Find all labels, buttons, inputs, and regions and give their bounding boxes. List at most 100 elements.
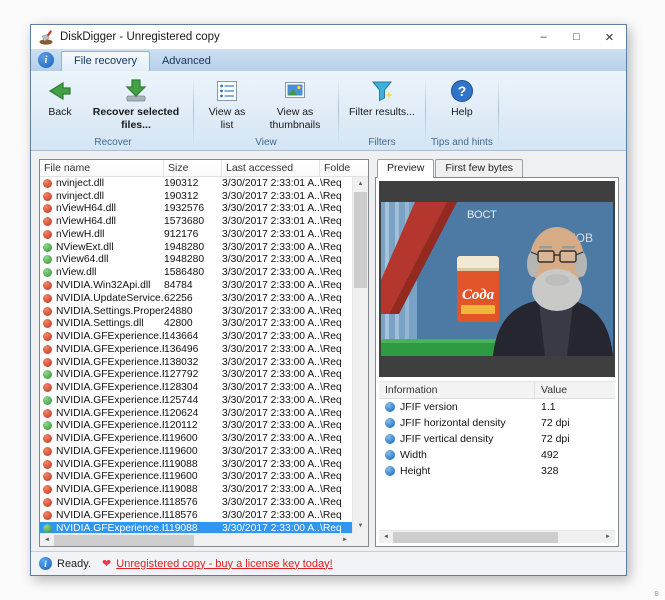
scroll-left-icon[interactable]: ◄ <box>40 537 54 543</box>
scroll-down-icon[interactable]: ▼ <box>353 519 368 533</box>
file-name-cell: NVIDIA.GFExperience.Re... <box>56 458 164 470</box>
property-value: 492 <box>541 449 559 461</box>
file-folder-cell: \Req <box>320 433 342 445</box>
table-row[interactable]: NVIDIA.Settings.dll 42800 3/30/2017 2:33:0… <box>40 317 352 330</box>
column-header-last-accessed[interactable]: Last accessed <box>222 160 320 176</box>
scroll-left-icon[interactable]: ◄ <box>379 534 393 540</box>
view-as-thumbnails-button[interactable]: View as thumbnails <box>257 74 333 133</box>
table-row[interactable]: NVIDIA.GFExperience.Re...143664 3/30/2017… <box>40 330 352 343</box>
scrollbar-corner <box>352 533 368 546</box>
file-list-rows: nvinject.dll 190312 3/30/2017 2:33:01 A...… <box>40 177 352 533</box>
table-row[interactable]: nView.dll 1586480 3/30/2017 2:33:00 A... \R… <box>40 266 352 279</box>
back-button-label: Back <box>48 106 72 118</box>
table-row[interactable]: NVIDIA.GFExperience.Re...119600 3/30/2017… <box>40 432 352 445</box>
file-accessed-cell: 3/30/2017 2:33:00 A... <box>222 343 320 355</box>
recover-icon <box>123 78 149 104</box>
file-size-cell: 1573680 <box>164 216 205 228</box>
table-row[interactable]: NVIDIA.GFExperience.Re...119600 3/30/2017… <box>40 445 352 458</box>
minimize-button[interactable]: – <box>527 25 560 49</box>
file-type-icon <box>43 229 52 239</box>
view-as-list-button[interactable]: View as list <box>199 74 255 133</box>
scroll-right-icon[interactable]: ► <box>601 534 615 540</box>
file-folder-cell: \Req <box>320 445 342 457</box>
tab-preview[interactable]: Preview <box>377 159 435 178</box>
info-scroll-thumb[interactable] <box>393 531 559 543</box>
file-accessed-cell: 3/30/2017 2:33:00 A... <box>222 522 320 533</box>
property-icon <box>385 434 395 444</box>
table-row[interactable]: NVIDIA.GFExperience.Re...136496 3/30/2017… <box>40 343 352 356</box>
file-size-cell: 1586480 <box>164 267 205 279</box>
file-type-icon <box>43 268 52 278</box>
table-row[interactable]: NVIDIA.GFExperience.Re...138032 3/30/2017… <box>40 356 352 369</box>
table-row[interactable]: NVIDIA.GFExperience.Re...128304 3/30/2017… <box>40 381 352 394</box>
tab-first-few-bytes[interactable]: First few bytes <box>435 159 524 177</box>
table-row[interactable]: nView64.dll 1948280 3/30/2017 2:33:00 A...… <box>40 254 352 267</box>
table-row[interactable]: NVIDIA.GFExperience.Re...118576 3/30/2017… <box>40 496 352 509</box>
table-row[interactable]: NVIDIA.GFExperience.Re...118576 3/30/2017… <box>40 509 352 522</box>
column-header-size[interactable]: Size <box>164 160 222 176</box>
table-row[interactable]: NVIDIA.GFExperience.Re...127792 3/30/2017… <box>40 368 352 381</box>
column-header-value[interactable]: Value <box>535 382 615 398</box>
tab-file-recovery[interactable]: File recovery <box>61 51 150 71</box>
file-size-cell: 128304 <box>164 382 199 394</box>
file-list-vertical-scrollbar[interactable]: ▲ ▼ <box>352 177 368 533</box>
table-row[interactable]: NVIDIA.UpdateService.dll 62256 3/30/2017 2… <box>40 292 352 305</box>
vertical-scroll-thumb[interactable] <box>354 192 367 288</box>
filter-results-button[interactable]: Filter results... <box>344 74 420 121</box>
file-accessed-cell: 3/30/2017 2:33:01 A... <box>222 177 320 189</box>
back-button[interactable]: Back <box>38 74 82 121</box>
close-button[interactable]: ✕ <box>593 25 626 49</box>
titlebar[interactable]: DiskDigger - Unregistered copy – □ ✕ <box>31 25 626 49</box>
soda-box-label: Сода <box>462 287 495 303</box>
group-label-view: View <box>255 137 277 148</box>
table-row[interactable]: NVIDIA.GFExperience.Re...119088 3/30/2017… <box>40 483 352 496</box>
file-type-icon <box>43 370 52 380</box>
file-list-horizontal-scrollbar[interactable]: ◄ ► <box>40 533 352 546</box>
table-row[interactable]: NVIDIA.Win32Api.dll 84784 3/30/2017 2:33:0… <box>40 279 352 292</box>
column-header-file-name[interactable]: File name <box>40 160 164 176</box>
list-view-icon <box>214 78 240 104</box>
file-accessed-cell: 3/30/2017 2:33:00 A... <box>222 305 320 317</box>
table-row[interactable]: NVIDIA.GFExperience.Re...119600 3/30/2017… <box>40 471 352 484</box>
table-row[interactable]: nvinject.dll 190312 3/30/2017 2:33:01 A...… <box>40 190 352 203</box>
table-row[interactable]: NVIDIA.GFExperience.Re...125744 3/30/2017… <box>40 394 352 407</box>
table-row[interactable]: NViewExt.dll 1948280 3/30/2017 2:33:00 A..… <box>40 241 352 254</box>
license-link[interactable]: Unregistered copy - buy a license key to… <box>116 558 332 570</box>
table-row[interactable]: nViewH.dll 912176 3/30/2017 2:33:01 A... \R… <box>40 228 352 241</box>
file-size-cell: 119088 <box>164 484 198 496</box>
table-row[interactable]: nViewH64.dll 1932576 3/30/2017 2:33:01 A..… <box>40 203 352 216</box>
table-row[interactable]: NVIDIA.GFExperience.Re...119088 3/30/2017… <box>40 458 352 471</box>
scroll-up-icon[interactable]: ▲ <box>353 177 368 191</box>
property-value: 72 dpi <box>541 417 570 429</box>
info-row: JFIF version 1.1 <box>379 399 615 415</box>
file-size-cell: 190312 <box>164 190 199 202</box>
tab-advanced[interactable]: Advanced <box>150 52 223 71</box>
table-row[interactable]: nViewH64.dll 1573680 3/30/2017 2:33:01 A..… <box>40 215 352 228</box>
info-button[interactable]: i <box>38 52 54 68</box>
ribbon-group-filters: Filter results... Filters <box>341 73 423 150</box>
column-header-information[interactable]: Information <box>379 382 535 398</box>
table-row[interactable]: NVIDIA.GFExperience.Re...120112 3/30/2017… <box>40 420 352 433</box>
file-accessed-cell: 3/30/2017 2:33:00 A... <box>222 484 320 496</box>
file-accessed-cell: 3/30/2017 2:33:01 A... <box>222 216 320 228</box>
recover-selected-files-button[interactable]: Recover selected files... <box>84 74 188 133</box>
horizontal-scroll-thumb[interactable] <box>54 534 195 546</box>
group-label-recover: Recover <box>94 137 132 148</box>
table-row[interactable]: NVIDIA.GFExperience.Re...120624 3/30/2017… <box>40 407 352 420</box>
file-name-cell: nvinject.dll <box>56 177 105 189</box>
file-name-cell: NVIDIA.GFExperience.Re... <box>56 433 164 445</box>
help-button[interactable]: ? Help <box>440 74 484 121</box>
file-name-cell: nView.dll <box>56 267 97 279</box>
scroll-right-icon[interactable]: ► <box>338 537 352 543</box>
file-name-cell: NVIDIA.Settings.Properti... <box>56 305 164 317</box>
table-row[interactable]: nvinject.dll 190312 3/30/2017 2:33:01 A...… <box>40 177 352 190</box>
column-header-folder[interactable]: Folde <box>320 160 368 176</box>
view-as-list-label: View as list <box>208 106 246 131</box>
file-accessed-cell: 3/30/2017 2:33:00 A... <box>222 241 320 253</box>
info-row: JFIF horizontal density 72 dpi <box>379 415 615 431</box>
maximize-button[interactable]: □ <box>560 25 593 49</box>
info-horizontal-scrollbar[interactable]: ◄ ► <box>379 530 615 543</box>
table-row[interactable]: NVIDIA.Settings.Properti...24880 3/30/201… <box>40 305 352 318</box>
file-folder-cell: \Req <box>320 305 342 317</box>
table-row[interactable]: NVIDIA.GFExperience.Re...119088 3/30/2017… <box>40 521 352 533</box>
